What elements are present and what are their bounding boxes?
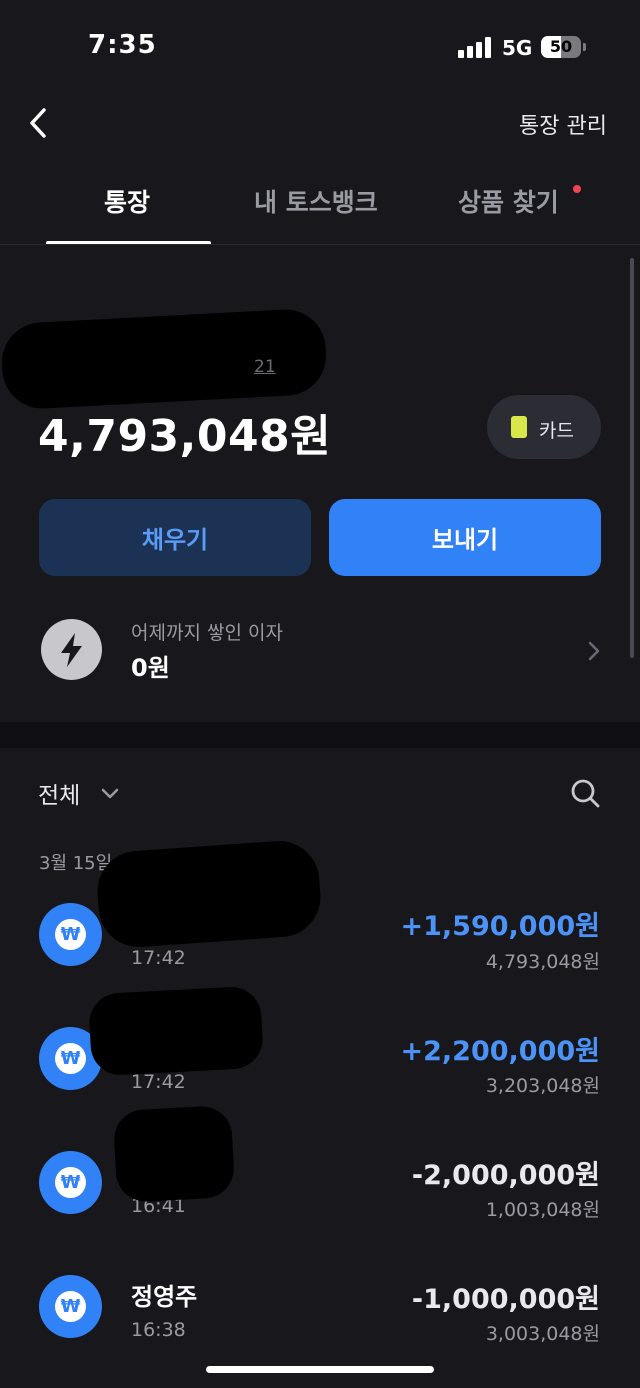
interest-label: 어제까지 쌓인 이자 — [131, 622, 283, 644]
won-icon: ₩ — [39, 1151, 102, 1214]
search-icon[interactable] — [569, 777, 601, 809]
transaction-time: 16:38 — [131, 1319, 186, 1341]
send-button[interactable]: 보내기 — [329, 499, 601, 576]
lightning-icon — [41, 619, 102, 680]
signal-icon — [458, 36, 492, 58]
scrollbar[interactable] — [630, 258, 634, 658]
battery-level: 50 — [549, 37, 573, 56]
transaction-balance: 4,793,048원 — [485, 951, 600, 973]
fill-button[interactable]: 채우기 — [39, 499, 311, 576]
won-icon: ₩ — [39, 903, 102, 966]
won-icon: ₩ — [39, 1275, 102, 1338]
filter-dropdown[interactable]: 전체 — [38, 776, 80, 810]
transaction-time: 17:42 — [131, 1071, 186, 1093]
chevron-down-icon[interactable] — [100, 786, 120, 800]
interest-value: 0원 — [131, 654, 170, 682]
redaction-name — [112, 1104, 236, 1204]
network-type: 5G — [502, 36, 533, 60]
redaction-account-name — [0, 307, 329, 411]
manage-account-button[interactable]: 통장 관리 — [519, 108, 607, 140]
transaction-amount: -2,000,000원 — [411, 1160, 600, 1191]
card-icon — [511, 416, 527, 438]
back-icon[interactable] — [24, 106, 54, 140]
tab-account[interactable]: 통장 — [104, 183, 150, 219]
transaction-balance: 3,003,048원 — [485, 1323, 600, 1345]
transaction-time: 17:42 — [131, 947, 186, 969]
transaction-amount: +2,200,000원 — [400, 1036, 600, 1067]
chevron-right-icon[interactable] — [586, 640, 602, 662]
section-divider — [0, 722, 640, 748]
card-button-label: 카드 — [539, 420, 574, 442]
transaction-amount: -1,000,000원 — [411, 1284, 600, 1315]
account-number: 21 — [254, 357, 276, 377]
status-time: 7:35 — [88, 30, 157, 60]
redaction-name — [94, 838, 324, 950]
date-header: 3월 15일 — [39, 853, 113, 874]
tab-find-products[interactable]: 상품 찾기 — [458, 183, 559, 219]
transaction-balance: 3,203,048원 — [485, 1075, 600, 1097]
account-balance: 4,793,048원 — [38, 411, 332, 462]
tab-divider — [0, 244, 640, 245]
transaction-amount: +1,590,000원 — [400, 911, 600, 942]
battery-nub — [583, 43, 586, 51]
home-indicator[interactable] — [206, 1366, 434, 1373]
transaction-balance: 1,003,048원 — [485, 1199, 600, 1221]
battery-icon: 50 — [541, 36, 581, 58]
redaction-name — [87, 985, 265, 1077]
tab-my-tossbank[interactable]: 내 토스뱅크 — [254, 183, 378, 219]
transaction-name: 정영주 — [131, 1283, 198, 1311]
new-badge-dot — [573, 185, 581, 193]
